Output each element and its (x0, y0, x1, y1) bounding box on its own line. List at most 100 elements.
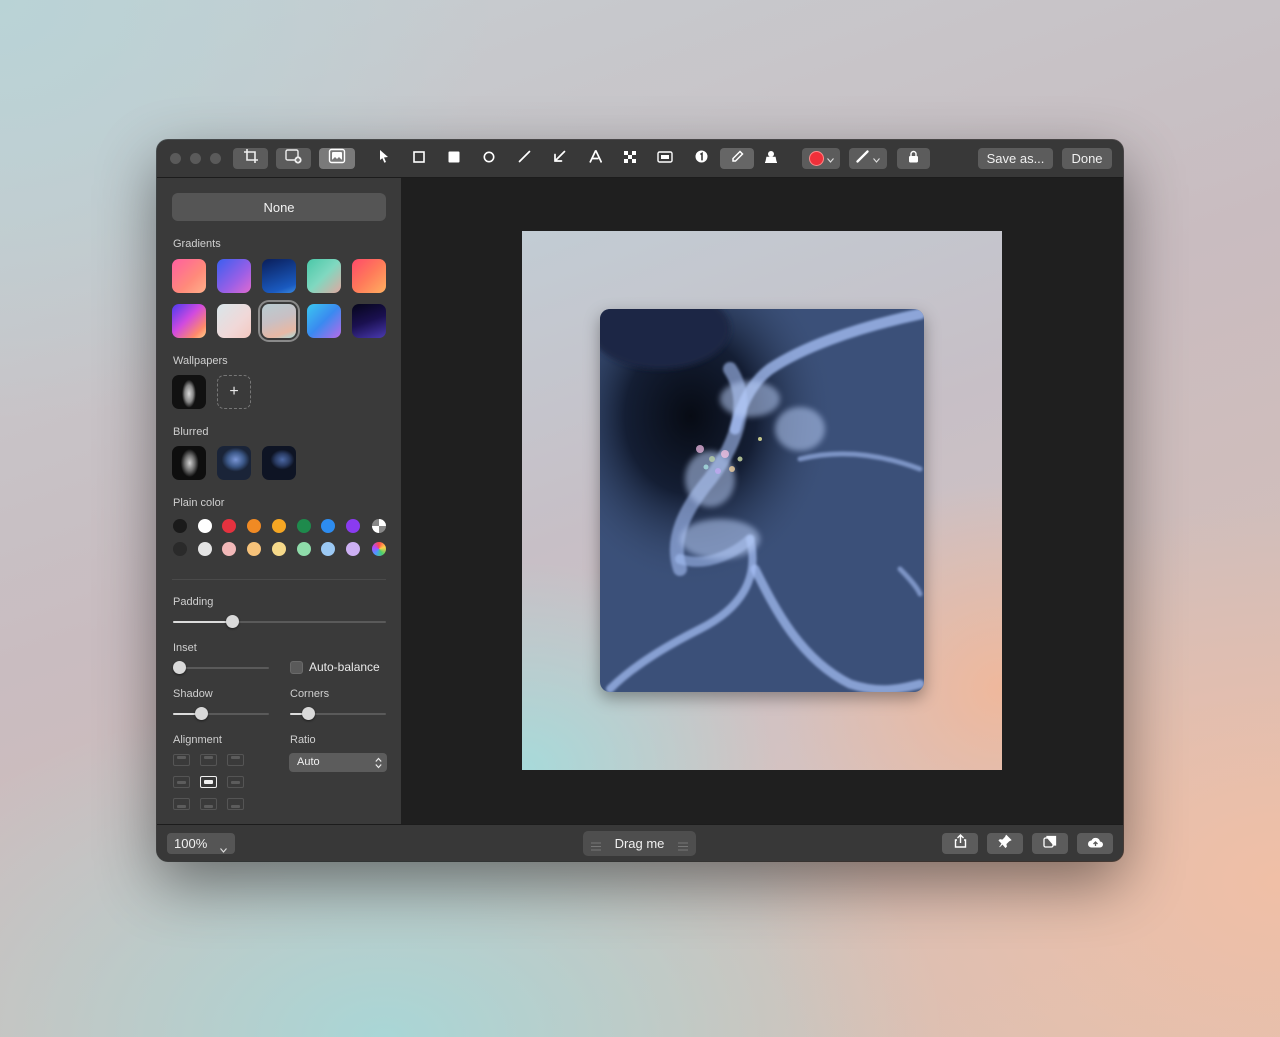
ratio-select[interactable]: Auto (289, 753, 387, 772)
alignment-indicator (177, 780, 186, 784)
gradient-swatch[interactable] (172, 304, 206, 338)
alignment-left[interactable] (173, 776, 190, 788)
spotlight-tool[interactable] (652, 148, 678, 169)
inset-slider-knob[interactable] (172, 661, 186, 674)
none-background-button[interactable]: None (172, 193, 386, 221)
app-window: Save as... Done None Gradients Wallpaper… (157, 140, 1123, 861)
save-as-button[interactable]: Save as... (978, 148, 1053, 169)
circle-outline-icon (483, 150, 495, 168)
alignment-label: Alignment (173, 734, 222, 746)
shadow-slider-knob[interactable] (195, 707, 209, 720)
plain-color-swatch[interactable] (222, 542, 237, 556)
close-window-button[interactable] (170, 153, 181, 164)
custom-color-picker[interactable] (372, 542, 386, 556)
minimize-window-button[interactable] (190, 153, 201, 164)
copy-button[interactable] (1032, 833, 1068, 854)
gradient-swatch-selected[interactable] (262, 304, 296, 338)
highlighter-tool[interactable] (720, 148, 754, 169)
gradient-swatch[interactable] (262, 259, 296, 293)
number-one-icon (695, 150, 708, 168)
plain-color-swatch[interactable] (345, 542, 360, 556)
plain-color-swatch[interactable] (197, 519, 212, 533)
line-tool[interactable] (511, 148, 537, 169)
plain-color-swatch[interactable] (173, 519, 187, 533)
crop-button[interactable] (233, 148, 268, 169)
plain-color-swatch[interactable] (247, 542, 262, 556)
auto-balance-label: Auto-balance (309, 660, 380, 674)
alignment-center[interactable] (200, 776, 217, 788)
screenshot-image[interactable] (600, 309, 924, 692)
stamp-tool[interactable] (758, 148, 784, 169)
add-wallpaper-button[interactable]: + (217, 375, 251, 409)
plain-color-swatch[interactable] (222, 519, 237, 533)
zoom-window-button[interactable] (210, 153, 221, 164)
gradient-swatch[interactable] (217, 259, 251, 293)
alignment-bottom-right[interactable] (227, 798, 244, 810)
background-button[interactable] (319, 148, 355, 169)
inset-slider[interactable] (173, 667, 269, 669)
plain-color-swatch[interactable] (247, 519, 262, 533)
blurred-thumbnail[interactable] (172, 446, 206, 480)
highlighter-icon (731, 149, 744, 168)
gradient-swatch[interactable] (352, 304, 386, 338)
alignment-indicator (204, 780, 213, 784)
arrow-tool[interactable] (546, 148, 572, 169)
gradient-swatch[interactable] (217, 304, 251, 338)
done-button[interactable]: Done (1062, 148, 1112, 169)
plain-color-swatch[interactable] (296, 542, 311, 556)
rectangle-tool[interactable] (406, 148, 432, 169)
pixelate-tool[interactable] (617, 148, 643, 169)
wallpaper-thumbnail[interactable] (172, 375, 206, 409)
zoom-select[interactable]: 100% (167, 833, 235, 854)
lock-button[interactable] (897, 148, 930, 169)
image-icon (328, 148, 346, 169)
padding-label: Padding (173, 596, 214, 608)
plain-color-heading: Plain color (173, 497, 225, 509)
plain-color-swatch[interactable] (321, 519, 336, 533)
crop-icon (243, 148, 259, 169)
blurred-thumbnail[interactable] (217, 446, 251, 480)
alignment-top-right[interactable] (227, 754, 244, 766)
ellipse-tool[interactable] (476, 148, 502, 169)
share-button[interactable] (942, 833, 978, 854)
filled-rectangle-tool[interactable] (441, 148, 467, 169)
blurred-thumbnail[interactable] (262, 446, 296, 480)
plain-color-swatch[interactable] (296, 519, 311, 533)
grip-lines-icon (591, 839, 601, 854)
counter-tool[interactable] (688, 148, 714, 169)
plain-color-swatch[interactable] (271, 519, 286, 533)
alignment-right[interactable] (227, 776, 244, 788)
editor-canvas[interactable] (402, 178, 1123, 824)
corners-slider-knob[interactable] (301, 707, 315, 720)
plain-color-swatch[interactable] (271, 542, 286, 556)
gradient-swatch[interactable] (172, 259, 206, 293)
plain-color-swatch[interactable] (173, 542, 187, 556)
alignment-bottom[interactable] (200, 798, 217, 810)
select-tool[interactable] (371, 148, 397, 169)
arrow-cursor-icon (378, 149, 390, 168)
blurred-heading: Blurred (173, 426, 209, 438)
add-image-button[interactable] (276, 148, 311, 169)
upload-cloud-button[interactable] (1077, 833, 1113, 854)
gradient-swatch[interactable] (307, 304, 341, 338)
text-tool[interactable] (582, 148, 608, 169)
alignment-top[interactable] (200, 754, 217, 766)
auto-balance-checkbox[interactable] (290, 661, 303, 674)
gradient-swatch[interactable] (352, 259, 386, 293)
bottom-bar: 100% Drag me (157, 824, 1123, 861)
pin-button[interactable] (987, 833, 1023, 854)
line-icon (518, 150, 531, 168)
transparent-color-swatch[interactable] (372, 519, 386, 533)
stroke-color-picker[interactable] (802, 148, 840, 169)
plain-color-swatch[interactable] (197, 542, 212, 556)
plain-color-swatch[interactable] (345, 519, 360, 533)
drag-handle[interactable]: Drag me (583, 831, 696, 856)
padding-slider-knob[interactable] (226, 615, 240, 628)
wallpapers-heading: Wallpapers (173, 355, 228, 367)
plain-color-swatch[interactable] (321, 542, 336, 556)
gradient-swatch[interactable] (307, 259, 341, 293)
text-a-icon (588, 149, 602, 168)
alignment-top-left[interactable] (173, 754, 190, 766)
alignment-bottom-left[interactable] (173, 798, 190, 810)
stroke-width-picker[interactable] (849, 148, 887, 169)
